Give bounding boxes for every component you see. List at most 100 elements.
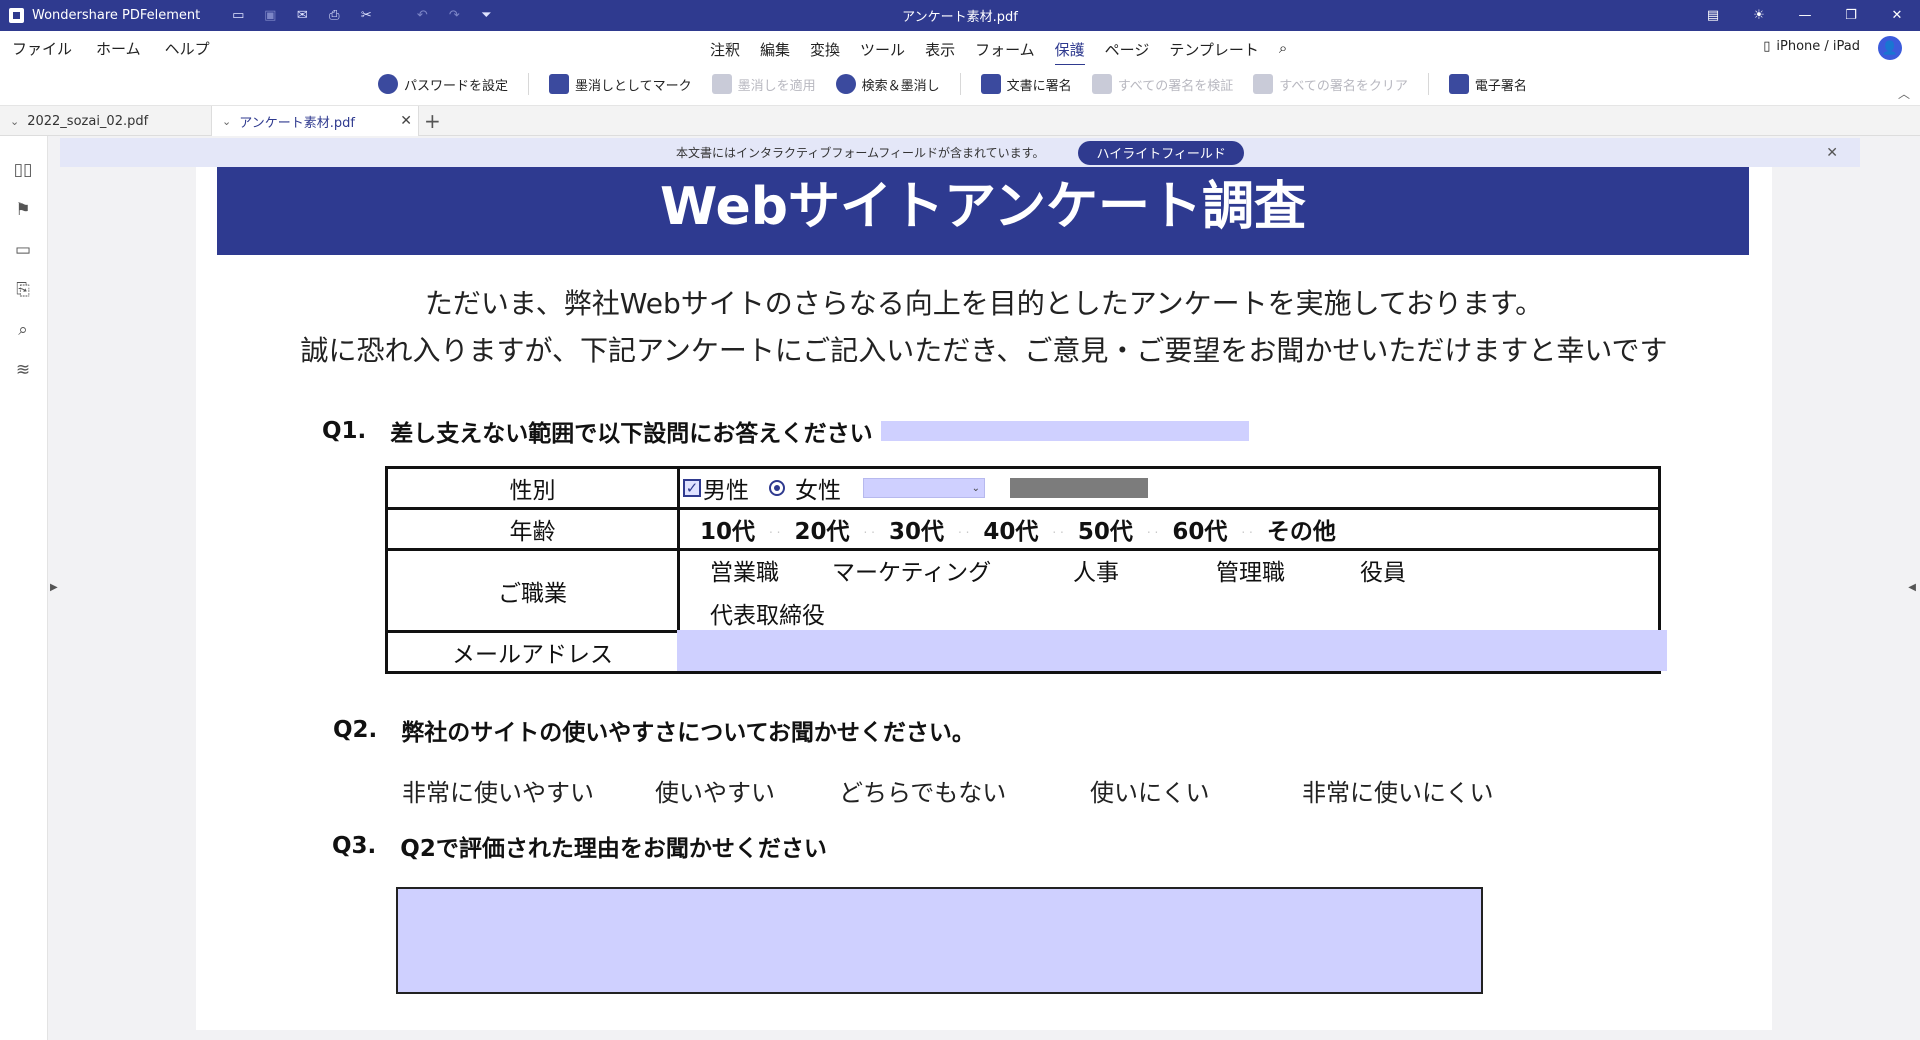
notification-text: 本文書にはインタラクティブフォームフィールドが含まれています。 bbox=[676, 146, 1045, 160]
undo-icon[interactable]: ↶ bbox=[414, 8, 430, 23]
question-text: 弊社のサイトの使いやすさについてお聞かせください。 bbox=[401, 720, 975, 746]
minimize-button[interactable]: — bbox=[1782, 8, 1828, 23]
sign-document-button[interactable]: 文書に署名 bbox=[980, 74, 1072, 94]
age-option[interactable]: 20代 bbox=[794, 512, 849, 546]
save-icon[interactable]: ▣ bbox=[262, 8, 278, 23]
mail-icon[interactable]: ✉ bbox=[294, 8, 310, 23]
layers-icon[interactable]: ≋ bbox=[12, 360, 34, 380]
q2-option[interactable]: 使いにくい bbox=[1090, 773, 1210, 808]
collapse-ribbon-icon[interactable]: ︿ bbox=[1898, 85, 1910, 102]
menu-file[interactable]: ファイル bbox=[12, 38, 72, 59]
ribbon-tabs: 注釈 編集 変換 ツール 表示 フォーム 保護 ページ テンプレート ⌕ bbox=[710, 39, 1307, 66]
q2-option[interactable]: 非常に使いにくい bbox=[1302, 773, 1494, 808]
thumbnails-icon[interactable]: ▯▯ bbox=[12, 160, 34, 180]
tab-protect[interactable]: 保護 bbox=[1054, 39, 1085, 66]
signature-field-icon bbox=[980, 74, 1001, 94]
doc-tab-label: 2022_sozai_02.pdf bbox=[27, 113, 149, 129]
job-option[interactable]: 管理職 bbox=[1216, 553, 1285, 587]
verify-all-signatures-button[interactable]: すべての署名を検証 bbox=[1091, 74, 1233, 94]
question-number: Q2. bbox=[333, 717, 378, 743]
phone-icon: ▯ bbox=[1763, 39, 1771, 54]
menu-help[interactable]: ヘルプ bbox=[165, 38, 210, 59]
grey-field[interactable] bbox=[1010, 478, 1148, 498]
quick-access-toolbar: ▭ ▣ ✉ ⎙ ✂ ↶ ↷ ⏷ bbox=[230, 8, 494, 23]
age-option[interactable]: 40代 bbox=[983, 512, 1038, 546]
check-icon bbox=[711, 74, 732, 94]
age-option[interactable]: その他 bbox=[1267, 512, 1336, 546]
add-tab-icon[interactable]: + bbox=[424, 109, 441, 133]
male-checkbox[interactable]: ✓ bbox=[683, 479, 701, 497]
set-password-button[interactable]: パスワードを設定 bbox=[378, 74, 508, 94]
restore-button[interactable]: ❐ bbox=[1828, 8, 1874, 23]
clear-all-label: すべての署名をクリア bbox=[1279, 78, 1408, 94]
verify-signature-icon bbox=[1091, 74, 1112, 94]
q2-option[interactable]: 非常に使いやすい bbox=[402, 773, 594, 808]
apply-redaction-button[interactable]: 墨消しを適用 bbox=[711, 74, 816, 94]
age-label: 年齢 bbox=[385, 507, 680, 551]
question-3: Q3. Q2で評価された理由をお聞かせください bbox=[332, 829, 827, 863]
menu-home[interactable]: ホーム bbox=[96, 38, 141, 59]
search-icon[interactable]: ⌕ bbox=[1279, 39, 1287, 60]
job-option[interactable]: 代表取締役 bbox=[710, 596, 825, 630]
mark-redaction-button[interactable]: 墨消しとしてマーク bbox=[549, 74, 692, 94]
tab-view[interactable]: 表示 bbox=[925, 39, 955, 60]
divider bbox=[1427, 73, 1429, 95]
age-option[interactable]: 50代 bbox=[1078, 512, 1133, 546]
tab-template[interactable]: テンプレート bbox=[1169, 39, 1259, 60]
comment-icon[interactable]: ▭ bbox=[12, 240, 34, 260]
doc-tab-2[interactable]: ⌄ アンケート素材.pdf ✕ bbox=[211, 106, 419, 136]
search-redact-label: 検索＆墨消し bbox=[861, 78, 940, 94]
tab-edit[interactable]: 編集 bbox=[760, 39, 790, 60]
question-2: Q2. 弊社のサイトの使いやすさについてお聞かせください。 bbox=[333, 713, 975, 747]
question-number: Q3. bbox=[332, 833, 377, 859]
age-option[interactable]: 60代 bbox=[1172, 512, 1227, 546]
close-tab-icon[interactable]: ✕ bbox=[400, 113, 412, 129]
reason-textarea[interactable] bbox=[396, 887, 1483, 994]
tab-convert[interactable]: 変換 bbox=[810, 39, 840, 60]
highlight-fields-button[interactable]: ハイライトフィールド bbox=[1078, 140, 1244, 165]
title-bar: Wondershare PDFelement ▭ ▣ ✉ ⎙ ✂ ↶ ↷ ⏷ ア… bbox=[0, 0, 1920, 31]
tab-form[interactable]: フォーム bbox=[975, 39, 1035, 60]
print-icon[interactable]: ⎙ bbox=[326, 8, 342, 23]
search-icon[interactable]: ⌕ bbox=[12, 320, 34, 340]
female-radio[interactable] bbox=[769, 480, 785, 496]
job-option[interactable]: 役員 bbox=[1360, 553, 1406, 587]
device-link[interactable]: ▯ iPhone / iPad bbox=[1763, 39, 1860, 54]
q1-text-field[interactable] bbox=[880, 421, 1249, 441]
clear-signature-icon bbox=[1253, 74, 1274, 94]
female-label: 女性 bbox=[795, 478, 841, 504]
doc-tab-1[interactable]: ⌄ 2022_sozai_02.pdf bbox=[0, 106, 210, 136]
left-sidebar: ▯▯ ⚑ ▭ ⎘ ⌕ ≋ bbox=[0, 136, 48, 1040]
tab-page[interactable]: ページ bbox=[1105, 39, 1150, 60]
clear-all-signatures-button[interactable]: すべての署名をクリア bbox=[1253, 74, 1408, 94]
theme-sun-icon[interactable]: ☀ bbox=[1736, 8, 1782, 23]
redo-icon[interactable]: ↷ bbox=[446, 8, 462, 23]
avatar[interactable]: 👤 bbox=[1878, 36, 1902, 60]
close-notification-icon[interactable]: ✕ bbox=[1826, 145, 1838, 161]
age-option[interactable]: 10代 bbox=[700, 512, 755, 546]
male-label: 男性 bbox=[703, 478, 749, 504]
open-folder-icon[interactable]: ▭ bbox=[230, 8, 246, 23]
age-option[interactable]: 30代 bbox=[889, 512, 944, 546]
tab-tools[interactable]: ツール bbox=[860, 39, 905, 60]
app-name: Wondershare PDFelement bbox=[32, 8, 201, 23]
job-option[interactable]: 営業職 bbox=[710, 553, 779, 587]
mark-redaction-label: 墨消しとしてマーク bbox=[575, 78, 692, 94]
scissors-icon[interactable]: ✂ bbox=[358, 8, 374, 23]
attachment-icon[interactable]: ⎘ bbox=[12, 280, 34, 300]
expand-panel-icon[interactable]: ▶ bbox=[50, 582, 58, 593]
gender-dropdown[interactable]: ⌄ bbox=[863, 478, 985, 498]
email-field[interactable] bbox=[677, 630, 1667, 671]
electronic-sign-button[interactable]: 電子署名 bbox=[1448, 74, 1527, 94]
expand-right-panel-icon[interactable]: ◀ bbox=[1908, 582, 1916, 593]
customize-dropdown-icon[interactable]: ⏷ bbox=[478, 8, 494, 23]
q2-option[interactable]: 使いやすい bbox=[655, 773, 775, 808]
job-option[interactable]: 人事 bbox=[1073, 553, 1119, 587]
feedback-icon[interactable]: ▤ bbox=[1690, 8, 1736, 23]
close-window-button[interactable]: ✕ bbox=[1874, 8, 1920, 23]
search-redact-button[interactable]: 検索＆墨消し bbox=[835, 74, 940, 94]
bookmark-icon[interactable]: ⚑ bbox=[12, 200, 34, 220]
job-option[interactable]: マーケティング bbox=[832, 553, 991, 587]
q2-option[interactable]: どちらでもない bbox=[839, 773, 1006, 808]
tab-comment[interactable]: 注釈 bbox=[710, 39, 740, 60]
